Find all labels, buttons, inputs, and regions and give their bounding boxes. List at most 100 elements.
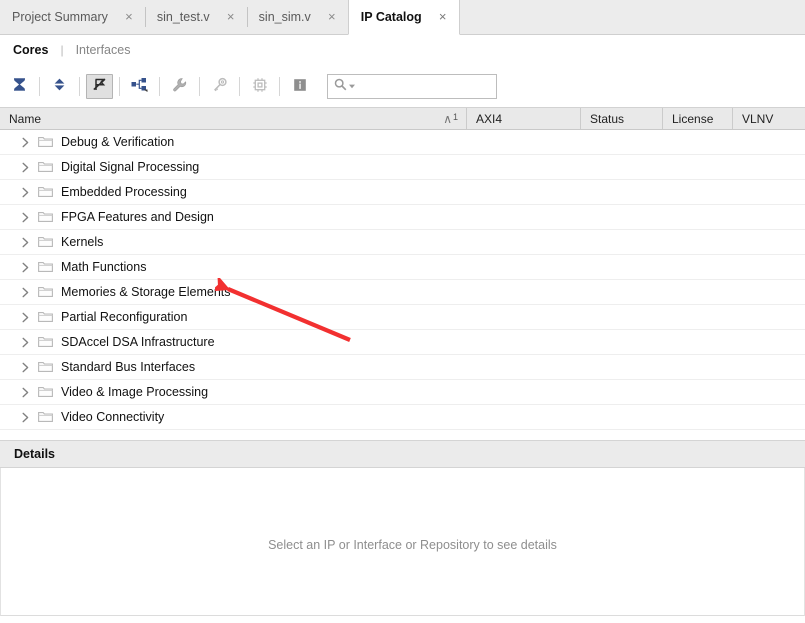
tree-item-label: Memories & Storage Elements <box>61 285 231 299</box>
table-row[interactable]: Kernels <box>0 230 805 255</box>
chevron-right-icon[interactable] <box>18 335 32 349</box>
licenses-button[interactable] <box>206 74 233 99</box>
tree-item-label: Embedded Processing <box>61 185 187 199</box>
table-row[interactable]: FPGA Features and Design <box>0 205 805 230</box>
group-hierarchy-icon <box>131 77 148 95</box>
tree-item-label: Debug & Verification <box>61 135 175 149</box>
table-row[interactable]: Partial Reconfiguration <box>0 305 805 330</box>
tree-item-label: FPGA Features and Design <box>61 210 214 224</box>
collapse-all-icon <box>12 77 27 95</box>
info-icon <box>292 77 308 96</box>
caret-down-icon[interactable] <box>348 79 356 93</box>
wrench-icon <box>172 77 188 96</box>
tab-close-icon[interactable]: × <box>325 10 339 24</box>
folder-icon <box>38 160 54 174</box>
details-placeholder-text: Select an IP or Interface or Repository … <box>268 537 557 552</box>
information-button[interactable] <box>286 74 313 99</box>
chevron-right-icon[interactable] <box>18 260 32 274</box>
sort-indicator[interactable]: ∧ 1 <box>443 111 458 126</box>
catalog-toolbar <box>0 65 805 107</box>
column-header-name[interactable]: Name ∧ 1 <box>0 108 466 129</box>
column-header-license[interactable]: License <box>662 108 732 129</box>
folder-icon <box>38 360 54 374</box>
folder-icon <box>38 335 54 349</box>
folder-icon <box>38 235 54 249</box>
details-panel-header: Details <box>0 440 805 468</box>
tab-label: sin_sim.v <box>258 10 311 24</box>
tree-item-label: Kernels <box>61 235 104 249</box>
chevron-right-icon[interactable] <box>18 410 32 424</box>
search-input[interactable] <box>356 75 491 97</box>
tree-item-label: Math Functions <box>61 260 147 274</box>
chevron-right-icon[interactable] <box>18 285 32 299</box>
expand-all-button[interactable] <box>46 74 73 99</box>
editor-tab-bar: Project Summary × sin_test.v × sin_sim.v… <box>0 0 805 35</box>
chip-icon <box>252 77 268 96</box>
key-icon <box>212 77 228 96</box>
folder-icon <box>38 185 54 199</box>
folder-icon <box>38 210 54 224</box>
tab-bar-filler <box>460 0 805 34</box>
folder-icon <box>38 310 54 324</box>
tree-item-label: Video Connectivity <box>61 410 165 424</box>
toolbar-separator <box>279 76 280 96</box>
subtab-separator: | <box>60 43 64 57</box>
tab-sin-test-v[interactable]: sin_test.v × <box>144 0 247 34</box>
toolbar-separator <box>239 76 240 96</box>
folder-icon <box>38 135 54 149</box>
table-row[interactable]: Standard Bus Interfaces <box>0 355 805 380</box>
group-hierarchy-button[interactable] <box>126 74 153 99</box>
table-row[interactable]: Video & Image Processing <box>0 380 805 405</box>
ip-catalog-tree[interactable]: Debug & Verification Digital Signal Proce… <box>0 130 805 432</box>
column-header-label: AXI4 <box>476 111 503 126</box>
folder-icon <box>38 260 54 274</box>
chevron-right-icon[interactable] <box>18 160 32 174</box>
catalog-table-header: Name ∧ 1 AXI4 Status License VLNV <box>0 107 805 130</box>
chevron-right-icon[interactable] <box>18 185 32 199</box>
subtab-interfaces[interactable]: Interfaces <box>73 43 134 57</box>
chevron-right-icon[interactable] <box>18 135 32 149</box>
sort-direction-icon: ∧ <box>443 111 452 126</box>
table-row[interactable]: Digital Signal Processing <box>0 155 805 180</box>
chevron-right-icon[interactable] <box>18 385 32 399</box>
column-header-vlnv[interactable]: VLNV <box>732 108 805 129</box>
table-row[interactable]: Embedded Processing <box>0 180 805 205</box>
chevron-right-icon[interactable] <box>18 310 32 324</box>
toolbar-separator <box>199 76 200 96</box>
chevron-right-icon[interactable] <box>18 210 32 224</box>
chevron-right-icon[interactable] <box>18 360 32 374</box>
folder-icon <box>38 285 54 299</box>
toolbar-separator <box>79 76 80 96</box>
table-row[interactable]: Memories & Storage Elements <box>0 280 805 305</box>
tab-close-icon[interactable]: × <box>224 10 238 24</box>
table-row[interactable]: Debug & Verification <box>0 130 805 155</box>
ip-settings-button[interactable] <box>166 74 193 99</box>
column-header-label: Status <box>590 111 625 126</box>
tab-close-icon[interactable]: × <box>436 10 450 24</box>
table-row[interactable]: Math Functions <box>0 255 805 280</box>
table-row[interactable]: Video Connectivity <box>0 405 805 430</box>
details-panel-body: Select an IP or Interface or Repository … <box>0 468 805 616</box>
search-icon <box>334 78 347 94</box>
column-header-label: Name <box>9 111 42 126</box>
tree-item-label: Digital Signal Processing <box>61 160 200 174</box>
search-box[interactable] <box>327 73 497 99</box>
tab-ip-catalog[interactable]: IP Catalog × <box>347 0 460 35</box>
hide-disabled-button[interactable] <box>86 73 113 99</box>
chevron-right-icon[interactable] <box>18 235 32 249</box>
toolbar-separator <box>119 76 120 96</box>
tab-sin-sim-v[interactable]: sin_sim.v × <box>246 0 348 34</box>
ip-properties-button[interactable] <box>246 74 273 99</box>
details-title: Details <box>14 447 55 461</box>
tab-project-summary[interactable]: Project Summary × <box>0 0 145 34</box>
subtab-cores[interactable]: Cores <box>10 43 51 57</box>
column-header-axi4[interactable]: AXI4 <box>466 108 580 129</box>
hide-disabled-icon <box>92 77 107 95</box>
tree-item-label: Standard Bus Interfaces <box>61 360 196 374</box>
tab-close-icon[interactable]: × <box>122 10 136 24</box>
collapse-all-button[interactable] <box>6 74 33 99</box>
column-header-status[interactable]: Status <box>580 108 662 129</box>
table-row[interactable]: SDAccel DSA Infrastructure <box>0 330 805 355</box>
column-header-label: VLNV <box>742 111 774 126</box>
column-header-label: License <box>672 111 714 126</box>
